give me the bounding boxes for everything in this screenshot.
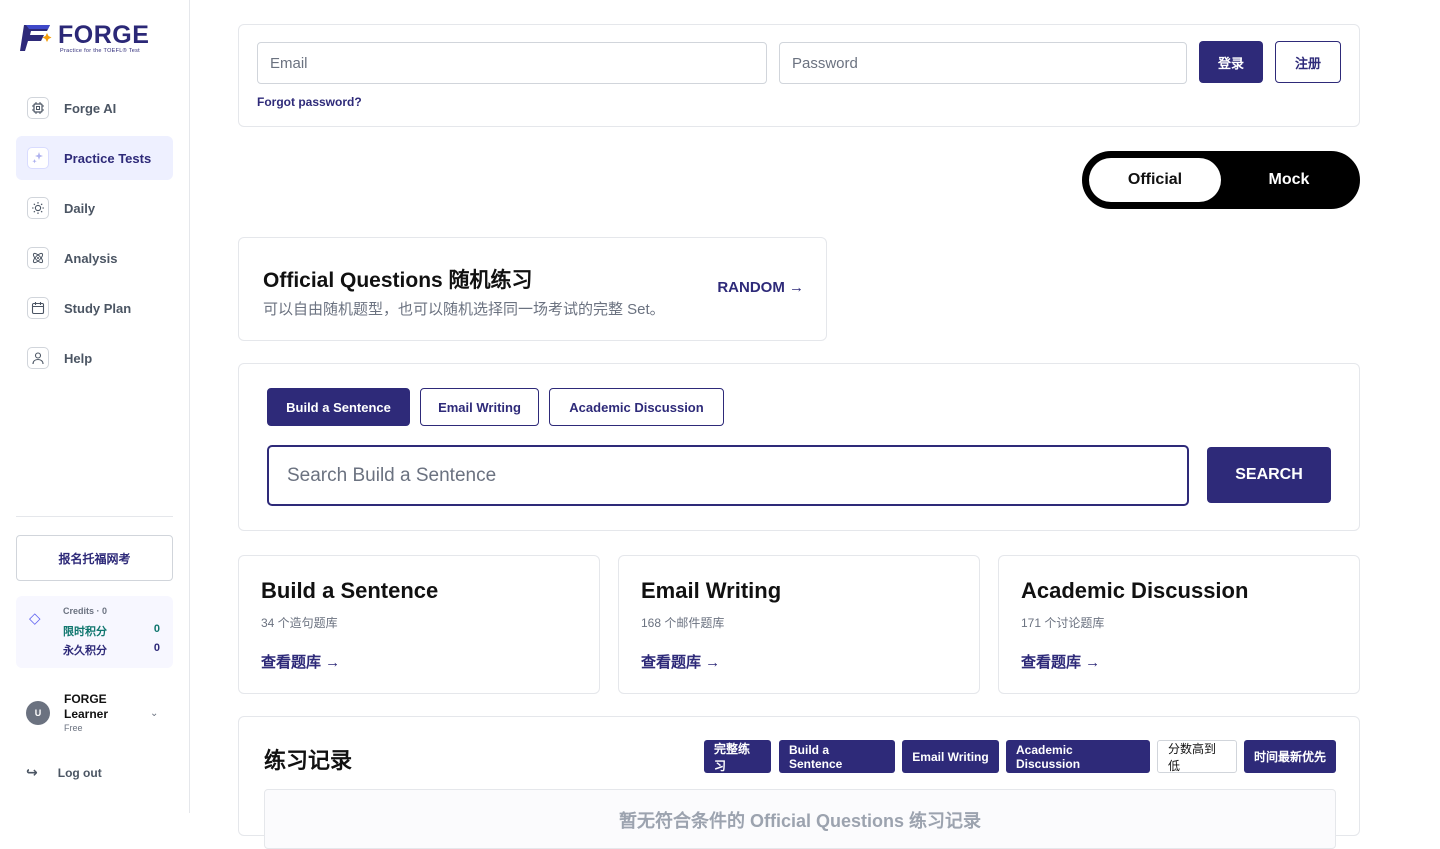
history-title: 练习记录 (264, 748, 353, 773)
logout-button[interactable]: ↪ Log out (26, 764, 102, 781)
sort-score-desc[interactable]: 分数高到低 (1157, 740, 1237, 773)
bank-count: 171 个讨论题库 (1021, 616, 1105, 630)
bank-card-email-writing: Email Writing 168 个邮件题库 查看题库 → (618, 555, 980, 694)
sidebar-divider (16, 516, 173, 517)
sidebar-item-label: Practice Tests (64, 150, 152, 166)
forge-logo[interactable]: FORGE Practice for the TOEFL® Test (20, 22, 149, 56)
filter-build-a-sentence[interactable]: Build a Sentence (779, 740, 895, 773)
brand-tagline: Practice for the TOEFL® Test (60, 48, 141, 54)
sidebar-item-label: Help (64, 350, 93, 366)
random-link[interactable]: RANDOM → (717, 279, 804, 296)
bank-title: Build a Sentence (261, 578, 439, 603)
permanent-credits-label: 永久积分 (63, 645, 107, 657)
brand-name: FORGE (58, 21, 150, 49)
permanent-credits-value: 0 (153, 642, 160, 654)
login-button[interactable]: 登录 (1199, 41, 1263, 83)
atom-icon (27, 247, 49, 269)
password-field[interactable] (779, 42, 1187, 84)
random-practice-card: Official Questions 随机练习 可以自由随机题型，也可以随机选择… (238, 237, 827, 341)
user-plan: Free (64, 723, 83, 733)
search-card: Build a Sentence Email Writing Academic … (238, 363, 1360, 531)
limited-credits-value: 0 (153, 623, 160, 635)
sidebar-item-help[interactable]: Help (16, 336, 173, 380)
sort-newest-first[interactable]: 时间最新优先 (1244, 740, 1336, 773)
avatar: U (26, 701, 50, 725)
calendar-icon (27, 297, 49, 319)
empty-state: 暂无符合条件的 Official Questions 练习记录 (264, 789, 1336, 849)
sidebar-item-label: Daily (64, 200, 96, 216)
sidebar-item-label: Study Plan (64, 300, 132, 316)
sidebar-nav: Forge AI Practice Tests Daily Analysis S… (16, 86, 173, 386)
empty-state-text: 暂无符合条件的 Official Questions 练习记录 (618, 811, 982, 831)
tab-build-a-sentence[interactable]: Build a Sentence (267, 388, 410, 426)
forgot-password-link[interactable]: Forgot password? (257, 95, 362, 109)
diamond-icon: ◇ (29, 610, 41, 627)
sidebar-item-label: Analysis (64, 250, 118, 266)
person-icon (27, 347, 49, 369)
practice-history: 练习记录 完整练习 Build a Sentence Email Writing… (238, 716, 1360, 849)
login-card: 登录 注册 Forgot password? (238, 24, 1360, 127)
sparkle-icon (27, 147, 49, 169)
permanent-credits-row: 永久积分 0 (63, 642, 160, 658)
limited-credits-label: 限时积分 (63, 626, 107, 638)
sidebar-item-forge-ai[interactable]: Forge AI (16, 86, 173, 130)
tab-email-writing[interactable]: Email Writing (420, 388, 539, 426)
sidebar: FORGE Practice for the TOEFL® Test Forge… (0, 0, 190, 813)
bank-count: 168 个邮件题库 (641, 616, 725, 630)
toggle-official[interactable]: Official (1089, 158, 1221, 202)
mode-toggle: Official Mock (1082, 151, 1360, 209)
register-button[interactable]: 注册 (1275, 41, 1341, 83)
sidebar-item-analysis[interactable]: Analysis (16, 236, 173, 280)
credits-title: Credits · 0 (63, 606, 108, 616)
chip-icon (27, 97, 49, 119)
search-input[interactable] (267, 445, 1189, 506)
register-exam-button[interactable]: 报名托福网考 (16, 535, 173, 581)
bank-count: 34 个造句题库 (261, 616, 338, 630)
random-subtitle: 可以自由随机题型，也可以随机选择同一场考试的完整 Set。 (263, 301, 665, 318)
view-bank-link[interactable]: 查看题库 → (641, 651, 720, 672)
filter-full-practice[interactable]: 完整练习 (704, 740, 771, 773)
email-field[interactable] (257, 42, 767, 84)
user-name: FORGE Learner (64, 692, 109, 721)
credits-panel: ◇ Credits · 0 限时积分 0 永久积分 0 (16, 596, 173, 668)
bank-card-academic-discussion: Academic Discussion 171 个讨论题库 查看题库 → (998, 555, 1360, 694)
sidebar-item-study-plan[interactable]: Study Plan (16, 286, 173, 330)
search-button[interactable]: SEARCH (1207, 447, 1331, 503)
user-menu[interactable]: U FORGE Learner Free ⌄ (26, 690, 166, 738)
forge-logo-icon (20, 25, 52, 51)
logout-label: Log out (57, 765, 102, 780)
view-bank-link[interactable]: 查看题库 → (261, 651, 340, 672)
tab-academic-discussion[interactable]: Academic Discussion (549, 388, 724, 426)
bank-title: Email Writing (641, 578, 782, 603)
bank-card-build-a-sentence: Build a Sentence 34 个造句题库 查看题库 → (238, 555, 600, 694)
filter-email-writing[interactable]: Email Writing (902, 740, 999, 773)
bank-title: Academic Discussion (1021, 578, 1249, 603)
view-bank-link[interactable]: 查看题库 → (1021, 651, 1100, 672)
logout-icon: ↪ (26, 764, 38, 780)
sidebar-item-practice-tests[interactable]: Practice Tests (16, 136, 173, 180)
toggle-mock[interactable]: Mock (1223, 158, 1355, 202)
random-title: Official Questions 随机练习 (263, 269, 533, 292)
sidebar-item-daily[interactable]: Daily (16, 186, 173, 230)
chevron-down-icon: ⌄ (150, 708, 159, 719)
sun-icon (27, 197, 49, 219)
limited-credits-row: 限时积分 0 (63, 623, 160, 639)
filter-academic-discussion[interactable]: Academic Discussion (1006, 740, 1150, 773)
sidebar-item-label: Forge AI (64, 100, 117, 116)
